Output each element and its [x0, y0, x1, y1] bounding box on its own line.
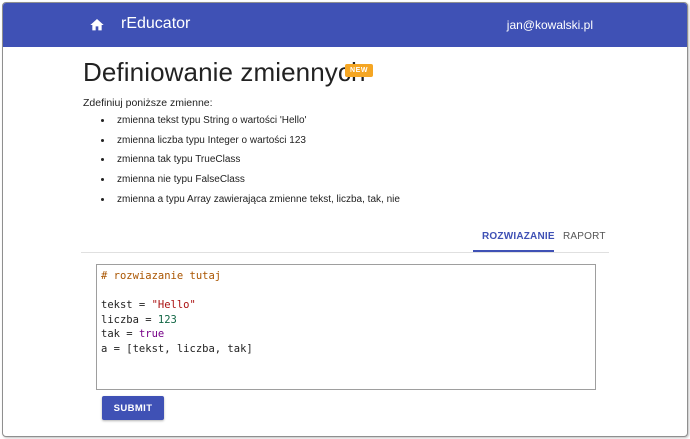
main-content: Definiowanie zmiennych NEW Zdefiniuj pon…	[3, 47, 687, 436]
tab-solution[interactable]: ROZWIAZANIE	[482, 231, 555, 242]
code-comment: # rozwiazanie tutaj	[101, 270, 222, 282]
new-badge: NEW	[345, 64, 374, 77]
task-item: zmienna a typu Array zawierająca zmienne…	[113, 190, 400, 210]
page-title: Definiowanie zmiennych	[83, 57, 366, 87]
app-window: rEducator jan@kowalski.pl Definiowanie z…	[2, 2, 688, 437]
brand-name[interactable]: rEducator	[121, 15, 190, 33]
top-app-bar: rEducator jan@kowalski.pl	[3, 3, 687, 47]
user-email[interactable]: jan@kowalski.pl	[507, 18, 593, 32]
code-line-array: a = [tekst, liczba, tak]	[101, 342, 595, 357]
code-editor[interactable]: # rozwiazanie tutaj tekst = "Hello" licz…	[96, 264, 596, 390]
code-number-literal: 123	[157, 313, 177, 326]
task-list: zmienna tekst typu String o wartości 'He…	[87, 111, 400, 210]
task-item: zmienna liczba typu Integer o wartości 1…	[113, 131, 400, 151]
home-icon[interactable]	[89, 17, 105, 33]
code-comment-line: # rozwiazanie tutaj	[101, 269, 595, 284]
code-text: tekst =	[101, 299, 152, 312]
task-item: zmienna nie typu FalseClass	[113, 170, 400, 190]
submit-button[interactable]: SUBMIT	[102, 396, 164, 420]
code-line-tekst: tekst = "Hello"	[101, 298, 595, 313]
task-intro: Zdefiniuj poniższe zmienne:	[83, 97, 213, 109]
code-keyword: true	[138, 328, 165, 341]
tab-report[interactable]: RAPORT	[563, 231, 606, 242]
task-item: zmienna tak typu TrueClass	[113, 150, 400, 170]
code-text: a = [tekst, liczba, tak]	[101, 342, 253, 355]
code-string-literal: "Hello"	[151, 299, 196, 312]
code-text: liczba =	[101, 313, 158, 326]
task-item: zmienna tekst typu String o wartości 'He…	[113, 111, 400, 131]
code-text: tak =	[101, 328, 139, 341]
tabs-divider	[81, 252, 609, 253]
code-line-tak: tak = true	[101, 327, 595, 342]
code-line-liczba: liczba = 123	[101, 313, 595, 328]
